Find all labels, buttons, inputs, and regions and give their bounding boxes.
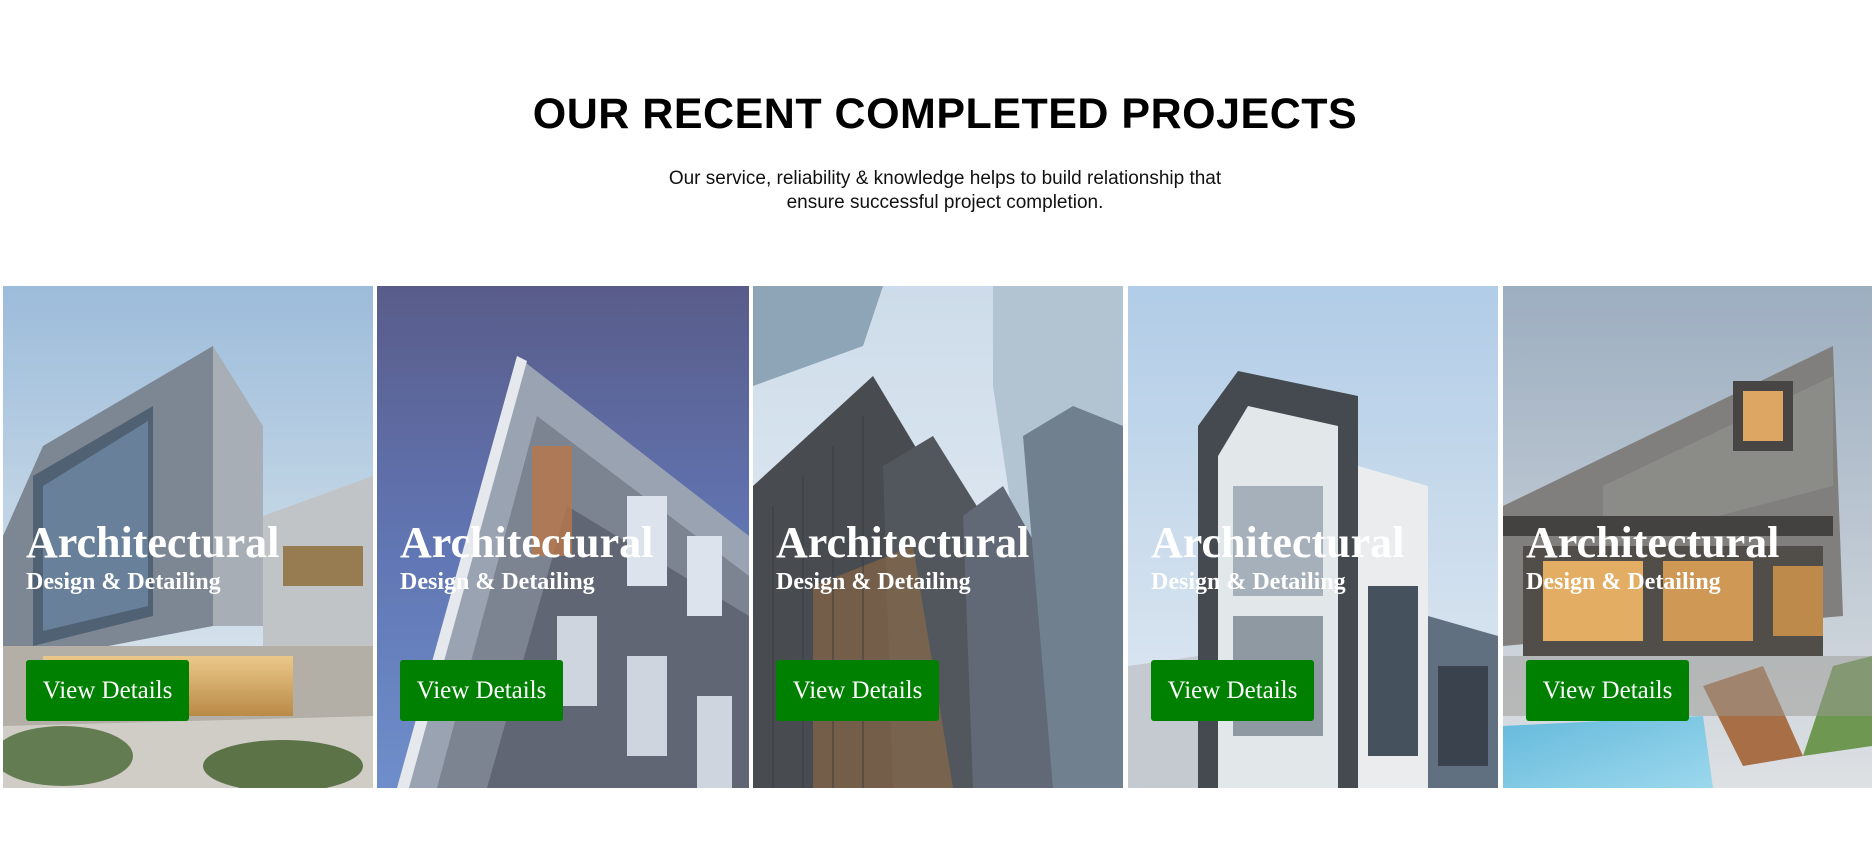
- section-subtitle-line-1: Our service, reliability & knowledge hel…: [668, 168, 1222, 189]
- project-title: Architectural: [400, 518, 654, 567]
- project-title: Architectural: [776, 518, 1030, 567]
- section-subtitle: Our service, reliability & knowledge hel…: [0, 167, 1876, 215]
- view-details-button[interactable]: View Details: [1151, 660, 1314, 721]
- project-subtitle: Design & Detailing: [1526, 569, 1721, 595]
- project-title: Architectural: [1526, 518, 1780, 567]
- project-card-5: Architectural Design & Detailing View De…: [1503, 286, 1872, 788]
- project-subtitle: Design & Detailing: [1151, 569, 1346, 595]
- project-subtitle: Design & Detailing: [400, 569, 595, 595]
- project-card-2: Architectural Design & Detailing View De…: [377, 286, 749, 788]
- project-subtitle: Design & Detailing: [776, 569, 971, 595]
- section-subtitle-line-2: ensure successful project completion.: [786, 192, 1104, 213]
- view-details-button[interactable]: View Details: [400, 660, 563, 721]
- view-details-button[interactable]: View Details: [776, 660, 939, 721]
- project-title: Architectural: [1151, 518, 1405, 567]
- view-details-button[interactable]: View Details: [26, 660, 189, 721]
- project-card-4: Architectural Design & Detailing View De…: [1128, 286, 1498, 788]
- view-details-button[interactable]: View Details: [1526, 660, 1689, 721]
- project-card-1: Architectural Design & Detailing View De…: [3, 286, 373, 788]
- project-subtitle: Design & Detailing: [26, 569, 221, 595]
- project-title: Architectural: [26, 518, 280, 567]
- project-cards: Architectural Design & Detailing View De…: [3, 286, 1876, 788]
- section-title: OUR RECENT COMPLETED PROJECTS: [532, 90, 1358, 138]
- project-card-3: Architectural Design & Detailing View De…: [753, 286, 1123, 788]
